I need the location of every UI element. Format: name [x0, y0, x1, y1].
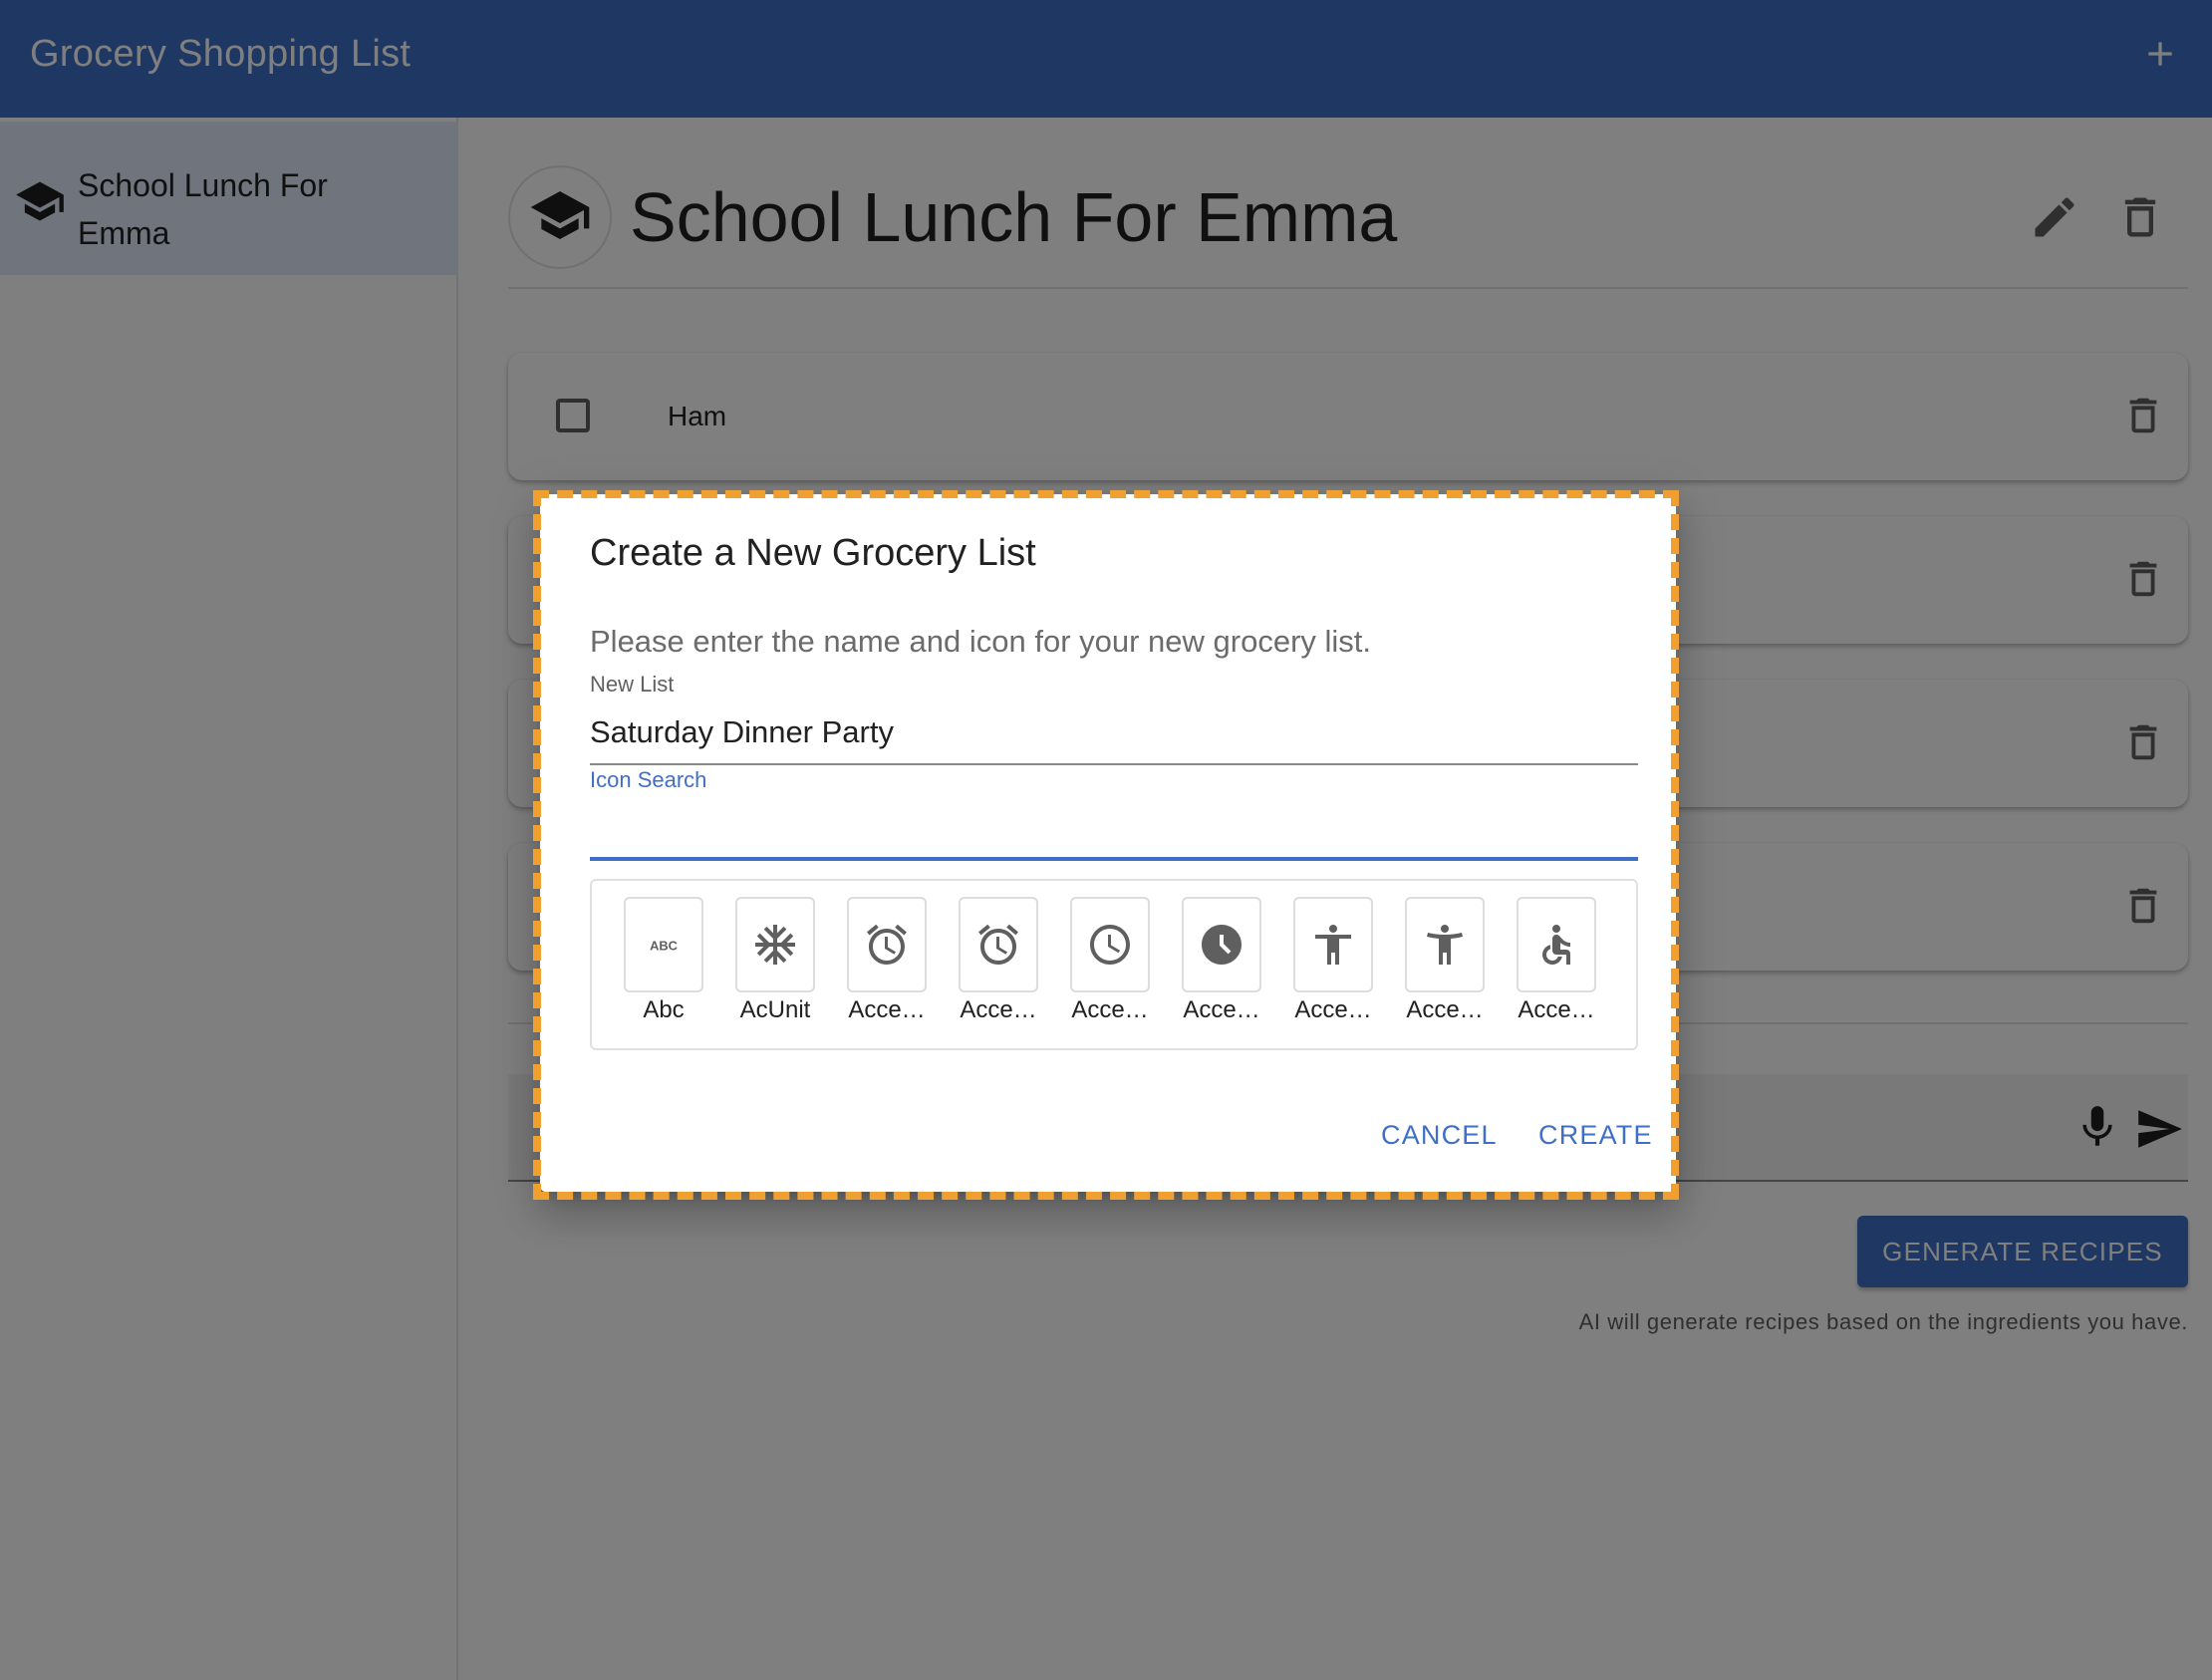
icon-option-label: Acce…	[1406, 996, 1484, 1023]
accessible-icon	[1517, 897, 1596, 992]
icon-option-access-time[interactable]: Acce…	[1070, 897, 1154, 1036]
icon-search-input[interactable]	[590, 793, 1638, 861]
icon-option-acunit[interactable]: AcUnit	[735, 897, 819, 1036]
icon-option-abc[interactable]: ABC Abc	[624, 897, 707, 1036]
access-alarm-icon	[847, 897, 927, 992]
icon-option-access-alarm[interactable]: Acce…	[847, 897, 931, 1036]
icon-picker: ABC Abc AcUnit Acce… Acce… Acce… Acce… A…	[590, 879, 1638, 1050]
icon-option-access-time-filled[interactable]: Acce…	[1182, 897, 1265, 1036]
ac-unit-icon	[735, 897, 815, 992]
icon-option-label: Acce…	[1518, 996, 1595, 1023]
new-list-label: New List	[590, 672, 675, 697]
create-list-dialog: Create a New Grocery List Please enter t…	[540, 494, 1676, 1192]
icon-option-label: AcUnit	[739, 996, 811, 1023]
cancel-button[interactable]: Cancel	[1381, 1120, 1498, 1151]
icon-search-label: Icon Search	[590, 767, 707, 792]
accessibility-new-icon	[1405, 897, 1485, 992]
svg-text:ABC: ABC	[650, 939, 678, 954]
access-time-icon	[1070, 897, 1150, 992]
dialog-title: Create a New Grocery List	[590, 532, 1036, 574]
access-time-filled-icon	[1182, 897, 1261, 992]
icon-option-label: Acce…	[960, 996, 1037, 1023]
icon-option-access-alarms[interactable]: Acce…	[959, 897, 1042, 1036]
create-button[interactable]: Create	[1538, 1120, 1653, 1151]
access-alarms-icon	[959, 897, 1038, 992]
icon-option-accessibility[interactable]: Acce…	[1293, 897, 1377, 1036]
icon-option-label: Acce…	[1294, 996, 1372, 1023]
icon-option-label: Abc	[643, 996, 685, 1023]
accessibility-icon	[1293, 897, 1373, 992]
icon-option-accessibility-new[interactable]: Acce…	[1405, 897, 1489, 1036]
icon-option-label: Acce…	[848, 996, 926, 1023]
dialog-description: Please enter the name and icon for your …	[590, 624, 1372, 659]
icon-option-label: Acce…	[1071, 996, 1149, 1023]
new-list-name-input[interactable]	[590, 701, 1638, 765]
icon-option-label: Acce…	[1183, 996, 1260, 1023]
icon-option-accessible[interactable]: Acce…	[1517, 897, 1600, 1036]
abc-icon: ABC	[624, 897, 703, 992]
